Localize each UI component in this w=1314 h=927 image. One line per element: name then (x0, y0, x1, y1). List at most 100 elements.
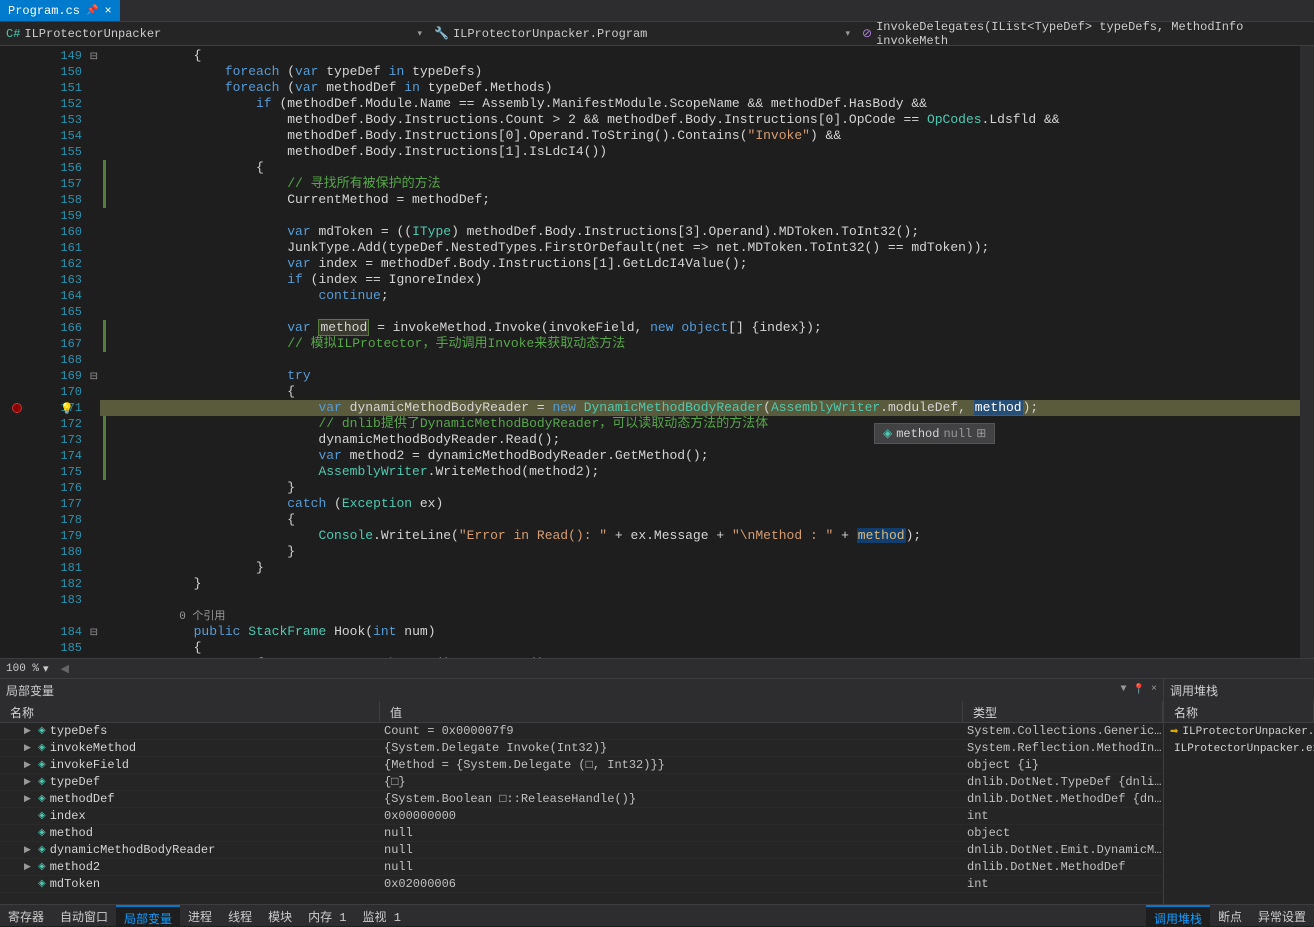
line-number: 158 (0, 192, 100, 208)
code-line[interactable]: try (100, 368, 1314, 384)
col-name-header[interactable]: 名称 (0, 701, 380, 722)
col-name-header[interactable]: 名称 (1164, 701, 1314, 722)
callstack-frame[interactable]: ILProtectorUnpacker.exe (1164, 740, 1314, 757)
code-line[interactable]: } (100, 544, 1314, 560)
bottom-tab[interactable]: 模块 (260, 905, 300, 926)
bottom-tab[interactable]: 异常设置 (1250, 905, 1314, 926)
expand-icon[interactable]: ▶ (24, 777, 34, 787)
expand-icon[interactable]: ▶ (24, 845, 34, 855)
close-icon[interactable]: × (104, 4, 111, 18)
line-number: 184⊟ (0, 624, 100, 640)
code-line[interactable]: catch (Exception ex) (100, 496, 1314, 512)
expand-icon[interactable]: ▶ (24, 726, 34, 736)
code-line[interactable]: { (100, 160, 1314, 176)
close-icon[interactable]: × (1151, 684, 1157, 696)
bottom-tab[interactable]: 调用堆栈 (1146, 905, 1210, 926)
code-line[interactable]: methodDef.Body.Instructions.Count > 2 &&… (100, 112, 1314, 128)
local-variable-row[interactable]: ◈methodnullobject (0, 825, 1163, 842)
code-line[interactable]: { (100, 48, 1314, 64)
callstack-frame[interactable]: ➡ILProtectorUnpacker.exe (1164, 723, 1314, 740)
dropdown-icon[interactable]: ▼ (1121, 684, 1127, 696)
bottom-tab[interactable]: 进程 (180, 905, 220, 926)
chevron-down-icon[interactable]: ▾ (43, 662, 49, 676)
code-line[interactable] (100, 208, 1314, 224)
code-line[interactable]: var frames = new StackTrace().GetFrames(… (100, 656, 1314, 658)
code-line[interactable] (100, 592, 1314, 608)
expand-icon[interactable]: ▶ (24, 743, 34, 753)
local-variable-row[interactable]: ▶◈methodDef{System.Boolean □::ReleaseHan… (0, 791, 1163, 808)
vertical-scrollbar[interactable] (1300, 46, 1314, 658)
local-variable-row[interactable]: ◈mdToken0x02000006int (0, 876, 1163, 893)
code-line[interactable]: } (100, 576, 1314, 592)
var-value-text: {System.Delegate Invoke(Int32)} (380, 741, 963, 755)
bottom-tab[interactable]: 自动窗口 (52, 905, 116, 926)
code-line[interactable]: Console.WriteLine("Error in Read(): " + … (100, 528, 1314, 544)
code-line[interactable]: 0 个引用 (100, 608, 1314, 624)
code-line[interactable]: { (100, 384, 1314, 400)
zoom-level[interactable]: 100 % (6, 663, 39, 675)
code-line[interactable]: { (100, 640, 1314, 656)
code-line[interactable]: dynamicMethodBodyReader.Read(); (100, 432, 1314, 448)
code-line[interactable]: { (100, 512, 1314, 528)
hover-tooltip: ◈ method null ⊞ (874, 423, 995, 444)
bottom-tab[interactable]: 局部变量 (116, 905, 180, 926)
breadcrumb-project[interactable]: C# ILProtectorUnpacker ▾ (0, 27, 428, 41)
code-line[interactable]: continue; (100, 288, 1314, 304)
expand-icon[interactable]: ▶ (24, 862, 34, 872)
code-line[interactable]: methodDef.Body.Instructions[0].Operand.T… (100, 128, 1314, 144)
left-arrow-icon[interactable]: ◀ (61, 662, 69, 676)
local-variable-row[interactable]: ▶◈typeDef{□}dnlib.DotNet.TypeDef {dnlib.… (0, 774, 1163, 791)
code-line[interactable] (100, 352, 1314, 368)
var-name-text: invokeField (50, 758, 129, 772)
code-line[interactable]: AssemblyWriter.WriteMethod(method2); (100, 464, 1314, 480)
code-line[interactable]: public StackFrame Hook(int num) (100, 624, 1314, 640)
locals-title: 局部变量 (6, 682, 54, 699)
pin-icon[interactable]: 📍 (1133, 684, 1145, 696)
col-value-header[interactable]: 值 (380, 701, 963, 722)
code-line[interactable]: } (100, 560, 1314, 576)
code-line[interactable]: // dnlib提供了DynamicMethodBodyReader，可以读取动… (100, 416, 1314, 432)
local-variable-row[interactable]: ◈index0x00000000int (0, 808, 1163, 825)
local-variable-row[interactable]: ▶◈invokeMethod{System.Delegate Invoke(In… (0, 740, 1163, 757)
code-line[interactable]: var method2 = dynamicMethodBodyReader.Ge… (100, 448, 1314, 464)
bottom-tab[interactable]: 内存 1 (300, 905, 354, 926)
code-line[interactable]: var index = methodDef.Body.Instructions[… (100, 256, 1314, 272)
code-editor[interactable]: 149⊟150151152153154155156157158159160161… (0, 46, 1314, 658)
local-variable-row[interactable]: ▶◈method2nulldnlib.DotNet.MethodDef (0, 859, 1163, 876)
bottom-tab[interactable]: 寄存器 (0, 905, 52, 926)
code-line[interactable]: if (index == IgnoreIndex) (100, 272, 1314, 288)
code-line[interactable]: foreach (var methodDef in typeDef.Method… (100, 80, 1314, 96)
code-line[interactable]: if (methodDef.Module.Name == Assembly.Ma… (100, 96, 1314, 112)
bottom-tabs-left: 寄存器自动窗口局部变量进程线程模块内存 1监视 1 (0, 905, 1146, 926)
breadcrumb-method[interactable]: ⊘ InvokeDelegates(IList<TypeDef> typeDef… (856, 20, 1314, 48)
file-tab-program[interactable]: Program.cs 📌 × (0, 0, 120, 21)
code-line[interactable]: // 模拟ILProtector，手动调用Invoke来获取动态方法 (100, 336, 1314, 352)
frame-name: ILProtectorUnpacker.exe (1174, 743, 1314, 755)
col-type-header[interactable]: 类型 (963, 701, 1163, 722)
code-line[interactable]: var mdToken = ((IType) methodDef.Body.In… (100, 224, 1314, 240)
code-line[interactable]: var dynamicMethodBodyReader = new Dynami… (100, 400, 1314, 416)
code-line[interactable]: JunkType.Add(typeDef.NestedTypes.FirstOr… (100, 240, 1314, 256)
local-variable-row[interactable]: ▶◈dynamicMethodBodyReadernulldnlib.DotNe… (0, 842, 1163, 859)
expand-icon[interactable]: ⊞ (976, 426, 986, 441)
code-line[interactable] (100, 304, 1314, 320)
code-line[interactable]: // 寻找所有被保护的方法 (100, 176, 1314, 192)
expand-icon[interactable]: ▶ (24, 760, 34, 770)
pin-icon[interactable]: 📌 (86, 5, 98, 17)
code-line[interactable]: methodDef.Body.Instructions[1].IsLdcI4()… (100, 144, 1314, 160)
local-variable-row[interactable]: ▶◈invokeField{Method = {System.Delegate … (0, 757, 1163, 774)
code-line[interactable]: } (100, 480, 1314, 496)
breadcrumb-class[interactable]: 🔧 ILProtectorUnpacker.Program ▾ (428, 26, 856, 41)
local-variable-row[interactable]: ▶◈typeDefsCount = 0x000007f9System.Colle… (0, 723, 1163, 740)
code-lines[interactable]: { foreach (var typeDef in typeDefs) fore… (100, 46, 1314, 658)
expand-icon[interactable]: ▶ (24, 794, 34, 804)
code-line[interactable]: CurrentMethod = methodDef; (100, 192, 1314, 208)
locals-rows: ▶◈typeDefsCount = 0x000007f9System.Colle… (0, 723, 1163, 904)
breakpoint-icon[interactable] (12, 403, 22, 413)
line-number: 153 (0, 112, 100, 128)
bottom-tab[interactable]: 线程 (220, 905, 260, 926)
code-line[interactable]: foreach (var typeDef in typeDefs) (100, 64, 1314, 80)
bottom-tab[interactable]: 断点 (1210, 905, 1250, 926)
bottom-tab[interactable]: 监视 1 (355, 905, 409, 926)
code-line[interactable]: var method = invokeMethod.Invoke(invokeF… (100, 320, 1314, 336)
